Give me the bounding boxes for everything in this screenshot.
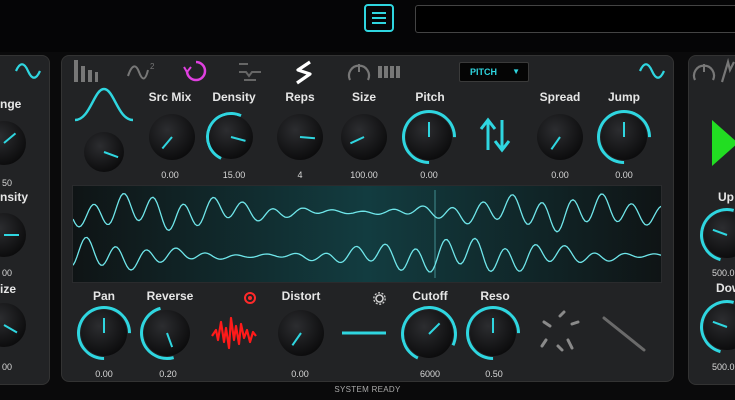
pitch-label: Pitch [415, 90, 445, 104]
left-label-range: nge [0, 97, 22, 111]
preset-display[interactable] [415, 5, 735, 33]
down-label: Dow [716, 281, 735, 295]
envelope-curve-icon[interactable] [72, 86, 136, 122]
pitch-mode-select[interactable]: PITCH ▼ [459, 62, 529, 82]
sine-icon[interactable] [638, 62, 666, 80]
pan-knob[interactable] [81, 310, 127, 356]
flat-wave-icon[interactable] [236, 60, 264, 84]
up-label: Up [718, 190, 734, 204]
reps-value: 4 [297, 170, 303, 180]
reps-label: Reps [285, 90, 315, 104]
reverse-value: 0.20 [159, 369, 177, 379]
gear-icon[interactable] [373, 292, 386, 305]
top-bar [0, 0, 735, 52]
jump-knob[interactable] [601, 114, 647, 160]
jump-label: Jump [607, 90, 640, 104]
size-knob[interactable] [341, 114, 387, 160]
src-mix-value: 0.00 [161, 170, 179, 180]
wave-squared-icon[interactable]: 2 [126, 60, 156, 84]
left-label-size: ize [0, 282, 17, 296]
pitch-select-value: PITCH [470, 67, 497, 77]
left-value-size: 00 [2, 362, 13, 372]
density-label: Density [212, 90, 256, 104]
distort-knob[interactable] [278, 310, 324, 356]
reverse-knob[interactable] [144, 310, 190, 356]
left-label-density: nsity [0, 190, 29, 204]
cutoff-label: Cutoff [412, 289, 448, 303]
list-icon[interactable] [364, 4, 394, 32]
spread-value: 0.00 [551, 170, 569, 180]
down-value: 500.0 [712, 362, 735, 372]
up-value: 500.0 [712, 268, 735, 278]
src-mix-label: Src Mix [148, 90, 192, 104]
cutoff-knob[interactable] [405, 310, 453, 358]
pitch-value: 0.00 [420, 170, 438, 180]
swap-arrows-icon[interactable] [478, 116, 512, 154]
pan-value: 0.00 [95, 369, 113, 379]
density-knob[interactable] [209, 115, 253, 159]
waveform-display[interactable] [72, 185, 662, 283]
envelope-knob[interactable] [84, 132, 124, 172]
knob-bars-icon[interactable] [692, 58, 735, 86]
distort-value: 0.00 [291, 369, 309, 379]
waveform-svg [72, 186, 662, 282]
distort-label: Distort [281, 289, 321, 303]
density-value: 15.00 [222, 170, 246, 180]
reso-knob[interactable] [470, 310, 516, 356]
loop-icon[interactable] [182, 58, 210, 84]
reso-label: Reso [480, 289, 510, 303]
pan-label: Pan [92, 289, 115, 303]
s-curve-icon[interactable] [290, 58, 318, 86]
chevron-down-icon: ▼ [512, 67, 520, 76]
knob-bars-icon[interactable] [346, 58, 408, 86]
bars-icon[interactable] [72, 58, 100, 84]
reps-knob[interactable] [277, 114, 323, 160]
jump-value: 0.00 [615, 170, 633, 180]
cutoff-value: 6000 [419, 369, 441, 379]
size-label: Size [351, 90, 376, 104]
play-icon[interactable] [710, 118, 735, 168]
reso-value: 0.50 [485, 369, 503, 379]
spread-knob[interactable] [537, 114, 583, 160]
left-value-density: 00 [2, 268, 13, 278]
distortion-wave-icon[interactable] [210, 312, 258, 352]
spread-label: Spread [539, 90, 581, 104]
diagonal-line-icon[interactable] [600, 314, 648, 354]
size-value: 100.00 [350, 170, 378, 180]
left-value-range: 50 [2, 178, 13, 188]
src-mix-knob[interactable] [149, 114, 195, 160]
pitch-knob[interactable] [406, 114, 452, 160]
record-gear-icon[interactable] [243, 291, 257, 305]
svg-text:2: 2 [150, 62, 155, 71]
sine-icon[interactable] [14, 62, 42, 80]
reverse-label: Reverse [146, 289, 194, 303]
status-text: SYSTEM READY [334, 385, 401, 394]
scatter-icon[interactable] [538, 310, 582, 354]
flat-line-icon[interactable] [340, 328, 388, 338]
